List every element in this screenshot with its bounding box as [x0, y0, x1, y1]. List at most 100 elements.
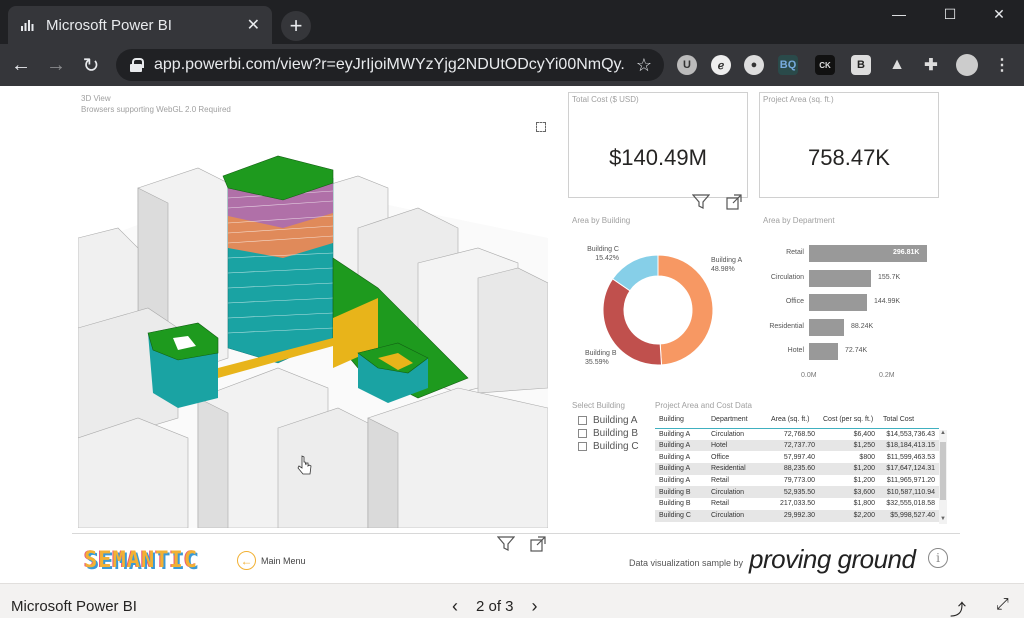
donut-label-building-a: Building A 48.98% [711, 257, 743, 273]
prev-page-icon[interactable]: ‹ [452, 596, 458, 617]
minimize-button[interactable]: — [874, 0, 924, 28]
page-filter-icon[interactable] [497, 536, 515, 552]
slicer-building-b[interactable]: Building B [578, 427, 647, 440]
table-cell: Building C [655, 509, 707, 522]
table-cell: $1,800 [853, 500, 875, 508]
bar-value-label: 72.74K [845, 347, 868, 354]
checkbox[interactable] [578, 416, 587, 425]
extension-u-icon[interactable]: U [677, 55, 697, 75]
filter-icon[interactable] [692, 194, 710, 210]
menu-kebab-icon[interactable]: ⋮ [992, 55, 1012, 75]
slicer-building-a[interactable]: Building A [578, 414, 647, 427]
table-row[interactable]: Building B Retail 217,033.50 $1,800 $32,555,… [655, 498, 939, 510]
area-by-building-donut[interactable] [600, 252, 716, 368]
table-cell: $800 [859, 453, 875, 461]
fullscreen-icon[interactable]: ⤢ [996, 596, 1009, 614]
table-row[interactable]: Building C Circulation 29,992.30 $2,200 $5,9… [655, 509, 939, 522]
drive-icon[interactable]: ▲ [887, 55, 907, 75]
checkbox[interactable] [578, 442, 587, 451]
powerbi-bottom-bar: Microsoft Power BI ‹ 2 of 3 › ⤴ ⤢ [0, 583, 1024, 620]
bar[interactable] [809, 343, 838, 360]
table-row[interactable]: Building B Circulation 52,935.50 $3,600 $10,… [655, 486, 939, 499]
table-header-cell[interactable]: Area (sq. ft.) [767, 412, 819, 429]
table-cell: Circulation [707, 486, 767, 499]
semantic-logo: SEMANTIC [84, 548, 198, 573]
total-cost-value: $140.49M [609, 145, 707, 170]
building-slicer: Building A Building B Building C [571, 414, 647, 453]
table-row[interactable]: Building A Retail 79,773.00 $1,200 $11,965,9… [655, 475, 939, 487]
table-cell: $14,553,736.43 [886, 430, 935, 438]
info-icon[interactable]: i [928, 548, 948, 568]
bookmark-star-icon[interactable]: ☆ [636, 55, 652, 76]
axis-tick-1: 0.2M [879, 372, 895, 379]
page-expand-icon[interactable] [530, 536, 546, 552]
extension-ck-icon[interactable]: CK [815, 55, 835, 75]
project-area-label: Project Area (sq. ft.) [763, 95, 834, 104]
scroll-down-icon[interactable]: ▼ [940, 516, 946, 522]
report-canvas: 3D View Browsers supporting WebGL 2.0 Re… [0, 86, 1024, 583]
forward-icon[interactable]: → [43, 52, 69, 78]
table-cell: Residential [707, 463, 767, 475]
bar-value-label: 88.24K [851, 322, 874, 330]
donut-slice[interactable] [657, 254, 714, 366]
checkbox[interactable] [578, 429, 587, 438]
extension-bq-icon[interactable]: BQ [778, 55, 798, 75]
table-row[interactable]: Building A Circulation 72,768.50 $6,400 $14,… [655, 428, 939, 440]
table-row[interactable]: Building A Residential 88,235.60 $1,200 $17,… [655, 463, 939, 475]
select-building-title: Select Building [572, 401, 625, 410]
tab-title: Microsoft Power BI [46, 16, 172, 34]
bar[interactable] [809, 294, 867, 311]
table-cell: $3,600 [819, 486, 879, 499]
table-row[interactable]: Building A Hotel 72,737.70 $1,250 $18,184,41… [655, 439, 939, 452]
page-indicator: 2 of 3 [476, 598, 514, 615]
bar[interactable] [809, 269, 871, 287]
extensions-puzzle-icon[interactable]: ✚ [921, 55, 941, 75]
table-header-cell[interactable]: Total Cost [879, 412, 939, 429]
bar-category-label: Residential [769, 322, 804, 330]
donut-label-building-b: Building B 35.59% [585, 350, 617, 366]
share-icon[interactable]: ⤴ [950, 596, 966, 620]
expand-visual-icon[interactable] [726, 194, 742, 210]
reload-icon[interactable]: ↻ [78, 52, 104, 78]
browser-tab[interactable]: Microsoft Power BI ✕ [8, 6, 272, 44]
powerbi-favicon-icon [21, 20, 34, 31]
project-data-table[interactable]: Building Department Area (sq. ft.) Cost (pe… [655, 412, 947, 526]
maximize-button[interactable]: ☐ [925, 0, 975, 28]
address-bar[interactable]: app.powerbi.com/view?r=eyJrIjoiMWYzYjg2N… [116, 49, 664, 81]
url-text: app.powerbi.com/view?r=eyJrIjoiMWYzYjg2N… [154, 56, 624, 73]
table-cell: Circulation [707, 509, 767, 522]
extension-b-icon[interactable]: B [851, 55, 871, 75]
bar[interactable] [809, 318, 844, 336]
bar-category-label: Circulation [770, 273, 804, 281]
extension-circle-icon[interactable]: ● [744, 55, 764, 75]
close-window-button[interactable]: ✕ [974, 0, 1024, 28]
back-icon[interactable]: ← [8, 52, 34, 78]
table-cell: $11,599,463.53 [886, 453, 935, 461]
scroll-up-icon[interactable]: ▲ [940, 430, 946, 436]
table-header-cell[interactable]: Cost (per sq. ft.) [819, 412, 879, 429]
bar-category-label: Hotel [787, 347, 804, 354]
table-cell: Building A [659, 477, 691, 485]
profile-avatar[interactable] [956, 54, 978, 76]
main-menu-button[interactable]: ← Main Menu [237, 551, 306, 570]
table-title: Project Area and Cost Data [655, 401, 752, 410]
table-row[interactable]: Building A Office 57,997.40 $800 $11,599,463… [655, 451, 939, 463]
table-cell: $1,200 [819, 463, 879, 475]
axis-tick-0: 0.0M [801, 372, 817, 379]
3d-building-model[interactable] [78, 88, 548, 528]
project-area-card[interactable]: Project Area (sq. ft.) 758.47K [759, 92, 939, 198]
tab-close-icon[interactable]: ✕ [247, 15, 260, 35]
browser-toolbar: ← → ↻ app.powerbi.com/view?r=eyJrIjoiMWY… [0, 44, 1024, 86]
total-cost-card[interactable]: Total Cost ($ USD) $140.49M [568, 92, 748, 198]
3d-view-panel[interactable]: 3D View Browsers supporting WebGL 2.0 Re… [78, 88, 548, 528]
extension-e-icon[interactable]: ℯ [711, 55, 731, 75]
table-cell: 29,992.30 [767, 509, 819, 522]
new-tab-button[interactable]: + [281, 11, 311, 41]
slicer-building-c[interactable]: Building C [578, 440, 647, 453]
table-scroll-thumb[interactable] [940, 442, 946, 500]
table-header-cell[interactable]: Building [655, 412, 707, 429]
next-page-icon[interactable]: › [532, 596, 538, 617]
proving-ground-logo: proving ground [749, 544, 916, 574]
table-header-cell[interactable]: Department [707, 412, 767, 429]
table-cell: 88,235.60 [767, 463, 819, 475]
